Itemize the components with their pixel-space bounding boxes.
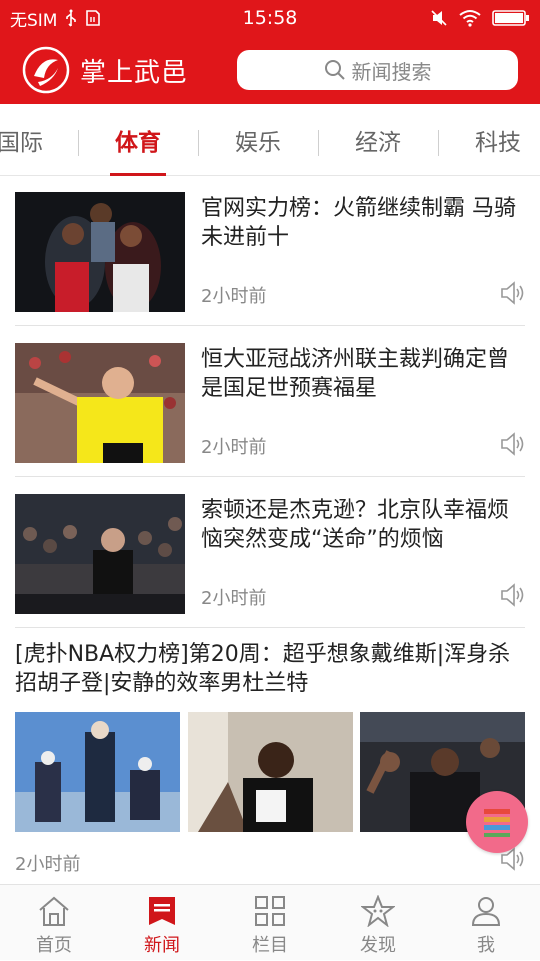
news-thumbnail xyxy=(15,192,185,312)
app-name: 掌上武邑 xyxy=(80,57,189,88)
news-title: 索顿还是杰克逊？北京队幸福烦恼突然变成“送命”的烦恼 xyxy=(201,498,510,552)
tab-sports[interactable]: 体育 xyxy=(78,104,198,176)
news-thumbnail xyxy=(15,343,185,463)
news-time: 2小时前 xyxy=(15,854,81,875)
mute-icon xyxy=(431,10,447,26)
tab-international[interactable]: 国际 xyxy=(0,104,80,176)
tab-technology[interactable]: 科技 xyxy=(438,104,540,176)
app-logo: 掌上武邑 xyxy=(22,46,188,94)
nav-discover[interactable]: 发现 xyxy=(324,885,432,961)
search-placeholder: 新闻搜索 xyxy=(351,59,432,84)
nav-label: 首页 xyxy=(36,935,72,956)
speaker-icon[interactable] xyxy=(499,431,525,457)
news-thumbnail xyxy=(15,494,185,614)
battery-icon xyxy=(492,10,529,26)
carrier-text: 无SIM xyxy=(10,10,58,31)
nav-home[interactable]: 首页 xyxy=(0,885,108,961)
user-icon xyxy=(471,897,501,926)
speaker-icon[interactable] xyxy=(499,582,525,608)
news-icon xyxy=(149,897,175,925)
news-title: 恒大亚冠战济州联主裁判确定曾是国足世预赛福星 xyxy=(201,347,510,401)
status-bar: 无SIM 15:58 xyxy=(0,0,540,36)
home-icon xyxy=(39,896,69,926)
floating-menu-button[interactable] xyxy=(466,791,528,853)
grid-icon xyxy=(255,896,285,926)
search-icon xyxy=(324,60,345,80)
speaker-icon[interactable] xyxy=(499,280,525,306)
nav-label: 栏目 xyxy=(252,935,288,956)
wifi-icon xyxy=(459,10,481,27)
news-time: 2小时前 xyxy=(201,286,267,307)
bottom-nav: 首页 新闻 栏目 发现 我 xyxy=(0,884,540,960)
status-left: 无SIM xyxy=(10,6,101,31)
star-icon xyxy=(361,895,395,927)
nav-news[interactable]: 新闻 xyxy=(108,885,216,961)
nav-label: 新闻 xyxy=(144,935,180,956)
news-time: 2小时前 xyxy=(201,437,267,458)
tab-economy[interactable]: 经济 xyxy=(318,104,438,176)
featured-news-item[interactable]: [虎扑NBA权力榜]第20周：超乎想象戴维斯|浑身杀招胡子登|安静的效率男杜兰特 xyxy=(15,630,525,884)
logo-icon xyxy=(22,46,70,94)
category-tabs: 国际 体育 娱乐 经济 科技 xyxy=(0,104,540,176)
nav-label: 发现 xyxy=(360,935,396,956)
news-item[interactable]: 官网实力榜：火箭继续制霸 马骑未进前十 2小时前 xyxy=(15,176,525,326)
menu-icon xyxy=(484,809,510,837)
nav-columns[interactable]: 栏目 xyxy=(216,885,324,961)
app-header: 掌上武邑 新闻搜索 xyxy=(0,36,540,104)
news-title: 官网实力榜：火箭继续制霸 马骑未进前十 xyxy=(201,196,516,250)
tab-entertainment[interactable]: 娱乐 xyxy=(198,104,318,176)
featured-image xyxy=(15,712,180,832)
status-right xyxy=(430,9,530,27)
featured-title: [虎扑NBA权力榜]第20周：超乎想象戴维斯|浑身杀招胡子登|安静的效率男杜兰特 xyxy=(15,642,511,696)
news-item[interactable]: 恒大亚冠战济州联主裁判确定曾是国足世预赛福星 2小时前 xyxy=(15,327,525,477)
search-input[interactable]: 新闻搜索 xyxy=(237,50,518,90)
usb-icon xyxy=(66,9,77,27)
news-item[interactable]: 索顿还是杰克逊？北京队幸福烦恼突然变成“送命”的烦恼 2小时前 xyxy=(15,478,525,628)
nav-me[interactable]: 我 xyxy=(432,885,540,961)
sd-card-icon xyxy=(86,10,101,26)
nav-label: 我 xyxy=(477,935,495,956)
news-time: 2小时前 xyxy=(201,588,267,609)
featured-image xyxy=(188,712,353,832)
